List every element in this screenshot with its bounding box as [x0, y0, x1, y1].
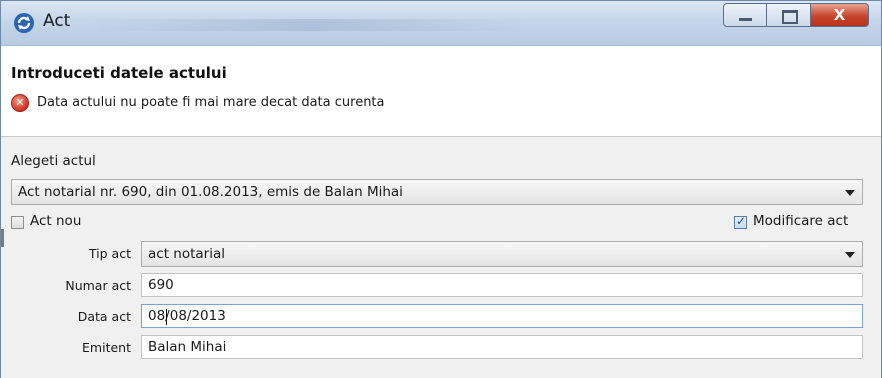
- data-act-value: 08/08/2013: [148, 308, 226, 324]
- checkmark-icon: ✓: [736, 214, 747, 228]
- maximize-button[interactable]: [767, 3, 811, 27]
- window-title: Act: [43, 11, 71, 31]
- modify-act-label: Modificare act: [753, 213, 849, 229]
- emitent-input[interactable]: Balan Mihai: [141, 335, 863, 359]
- emitent-value: Balan Mihai: [148, 339, 227, 355]
- new-act-checkbox[interactable]: [11, 216, 24, 229]
- window-edge-mark: [1, 229, 4, 247]
- text-caret: [166, 309, 167, 325]
- minimize-icon: [739, 18, 752, 21]
- minimize-button[interactable]: [723, 3, 767, 27]
- act-form: Alegeti actul Act notarial nr. 690, din …: [1, 137, 881, 378]
- numar-act-label: Numar act: [65, 278, 131, 293]
- title-bar-blur: [91, 19, 531, 31]
- page-title: Introduceti datele actului: [11, 64, 227, 82]
- data-act-label: Data act: [77, 309, 131, 324]
- act-dialog-window: Act X Introduceti datele actului ✕ Data …: [0, 0, 882, 378]
- modify-act-checkbox[interactable]: ✓: [734, 214, 747, 229]
- title-bar[interactable]: Act X: [1, 1, 881, 46]
- emitent-label: Emitent: [82, 340, 131, 355]
- tip-act-label: Tip act: [88, 246, 131, 261]
- tip-act-value: act notarial: [148, 246, 225, 262]
- error-icon: ✕: [11, 94, 29, 112]
- choose-act-label: Alegeti actul: [11, 153, 96, 169]
- new-act-label: Act nou: [30, 213, 82, 229]
- caption-buttons: X: [723, 3, 869, 29]
- close-button[interactable]: X: [811, 3, 869, 27]
- choose-act-value: Act notarial nr. 690, din 01.08.2013, em…: [18, 184, 403, 200]
- numar-act-value: 690: [148, 277, 174, 293]
- numar-act-input[interactable]: 690: [141, 273, 863, 297]
- chevron-down-icon: [845, 190, 855, 196]
- close-icon: X: [833, 6, 846, 24]
- chevron-down-icon: [845, 252, 855, 258]
- header-banner: Introduceti datele actului ✕ Data actulu…: [1, 46, 881, 137]
- choose-act-select[interactable]: Act notarial nr. 690, din 01.08.2013, em…: [11, 179, 863, 205]
- app-icon: [14, 13, 34, 33]
- maximize-icon: [782, 10, 798, 24]
- data-act-input[interactable]: 08/08/2013: [141, 304, 863, 328]
- tip-act-select[interactable]: act notarial: [141, 241, 863, 267]
- error-message: Data actului nu poate fi mai mare decat …: [37, 95, 385, 110]
